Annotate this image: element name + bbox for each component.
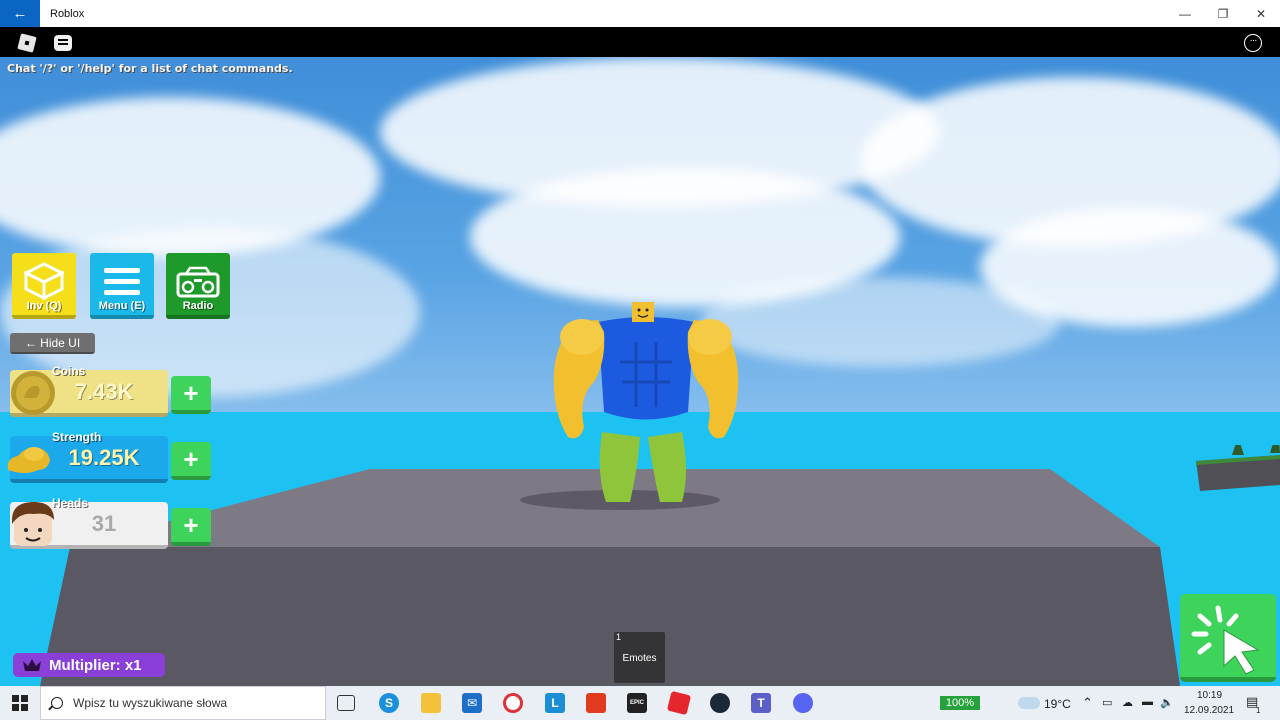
hide-ui-button[interactable]: ← Hide UI bbox=[10, 333, 95, 354]
roblox-menu-icon[interactable] bbox=[17, 33, 37, 53]
power-icon[interactable]: ▬ bbox=[1142, 696, 1153, 708]
distant-island bbox=[1196, 445, 1280, 491]
radio-button-label: Radio bbox=[182, 300, 214, 312]
strength-stat: Strength 19.25K bbox=[7, 430, 168, 483]
heads-value: 31 bbox=[91, 511, 117, 536]
start-button[interactable] bbox=[0, 686, 40, 720]
window-titlebar: ← Roblox — ❐ ✕ bbox=[0, 0, 1280, 27]
buy-heads-button[interactable]: + bbox=[171, 508, 211, 546]
hotbar-slot-label: Emotes bbox=[622, 653, 657, 664]
chat-hint: Chat '/?' or '/help' for a list of chat … bbox=[7, 62, 293, 75]
game-viewport[interactable]: Chat '/?' or '/help' for a list of chat … bbox=[0, 57, 1280, 686]
buy-coins-button[interactable]: + bbox=[171, 376, 211, 414]
weather-icon[interactable] bbox=[1018, 697, 1040, 709]
strength-value: 19.25K bbox=[68, 445, 140, 470]
cursor-click-icon bbox=[1191, 605, 1260, 675]
more-options-icon[interactable]: ··· bbox=[1244, 34, 1262, 52]
network-icon[interactable]: ▭ bbox=[1102, 696, 1112, 709]
teams-icon[interactable]: T bbox=[751, 693, 771, 713]
strength-label: Strength bbox=[52, 430, 102, 444]
heads-label: Heads bbox=[52, 496, 89, 510]
hotbar-slot-emotes[interactable]: 1 Emotes bbox=[614, 632, 665, 683]
hamburger-icon bbox=[104, 268, 140, 295]
onedrive-icon[interactable]: ☁ bbox=[1122, 696, 1133, 709]
inventory-button-label: Inv (Q) bbox=[26, 300, 62, 312]
epic-games-icon[interactable]: EPIC bbox=[627, 693, 647, 713]
mail-icon[interactable]: ✉ bbox=[462, 693, 482, 713]
opera-icon[interactable] bbox=[503, 693, 523, 713]
notification-count: 1 bbox=[1256, 706, 1261, 715]
tray-expand-icon[interactable]: ⌃ bbox=[1082, 695, 1093, 711]
coins-value: 7.43K bbox=[74, 379, 134, 404]
roblox-topbar: ··· bbox=[0, 27, 1280, 57]
launcher-l-icon[interactable]: L bbox=[545, 693, 565, 713]
radio-button[interactable]: Radio bbox=[166, 253, 230, 319]
steam-icon[interactable] bbox=[710, 693, 730, 713]
coins-label: Coins bbox=[52, 364, 86, 378]
back-arrow-icon[interactable]: ← bbox=[0, 0, 40, 27]
restore-button[interactable]: ❐ bbox=[1204, 0, 1242, 27]
temperature[interactable]: 19°C bbox=[1044, 697, 1071, 711]
battery-indicator[interactable]: 100% bbox=[940, 696, 980, 710]
inventory-button[interactable]: Inv (Q) bbox=[12, 253, 76, 319]
box-icon bbox=[24, 262, 64, 300]
task-view-icon[interactable] bbox=[337, 695, 355, 711]
radio-icon bbox=[176, 266, 220, 298]
volume-icon[interactable]: 🔈 bbox=[1160, 696, 1174, 709]
taskbar-search-box[interactable]: Wpisz tu wyszukiwane słowa bbox=[40, 686, 326, 720]
skype-icon[interactable]: S bbox=[379, 693, 399, 713]
minimize-button[interactable]: — bbox=[1166, 0, 1204, 27]
crown-icon bbox=[23, 659, 41, 671]
windows-logo-icon bbox=[12, 695, 28, 711]
coins-stat: Coins 7.43K bbox=[10, 364, 168, 417]
search-icon bbox=[51, 697, 63, 709]
player-character[interactable] bbox=[548, 302, 744, 508]
menu-button[interactable]: Menu (E) bbox=[90, 253, 154, 319]
clock-date[interactable]: 12.09.2021 bbox=[1184, 705, 1234, 716]
office-icon[interactable] bbox=[586, 693, 606, 713]
multiplier-text: Multiplier: x1 bbox=[49, 656, 142, 674]
heads-stat: Heads 31 bbox=[10, 496, 168, 549]
taskbar-search-placeholder: Wpisz tu wyszukiwane słowa bbox=[73, 696, 228, 710]
hotbar-slot-number: 1 bbox=[616, 632, 622, 642]
window-title: Roblox bbox=[50, 7, 85, 20]
discord-icon[interactable] bbox=[793, 693, 813, 713]
close-button[interactable]: ✕ bbox=[1242, 0, 1280, 27]
chat-toggle-icon[interactable] bbox=[54, 35, 72, 51]
clock-time[interactable]: 10:19 bbox=[1197, 690, 1222, 701]
multiplier-badge[interactable]: Multiplier: x1 bbox=[13, 653, 165, 677]
menu-button-label: Menu (E) bbox=[98, 300, 146, 312]
buy-strength-button[interactable]: + bbox=[171, 442, 211, 480]
auto-click-button[interactable] bbox=[1180, 594, 1276, 682]
file-explorer-icon[interactable] bbox=[421, 693, 441, 713]
